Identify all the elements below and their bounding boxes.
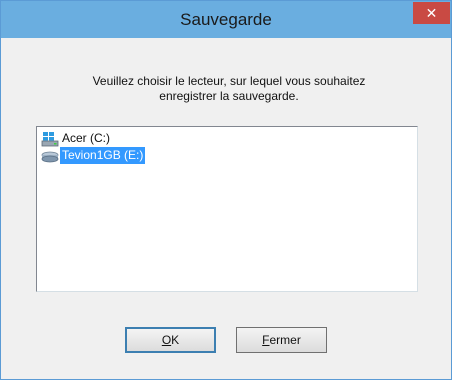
window-title: Sauvegarde xyxy=(180,10,272,29)
instruction-text: Veuillez choisir le lecteur, sur lequel … xyxy=(49,74,409,104)
close-label-rest: ermer xyxy=(269,333,301,347)
close-button[interactable]: ✕ xyxy=(413,2,450,24)
drive-label: Acer (C:) xyxy=(62,131,110,145)
list-item-drive-c[interactable]: Acer (C:) xyxy=(41,130,112,147)
windows-drive-icon xyxy=(41,131,59,146)
usb-drive-icon xyxy=(41,151,59,162)
ok-button[interactable]: OK xyxy=(125,327,216,353)
ok-accel: O xyxy=(161,333,172,347)
drive-list[interactable]: Acer (C:) Tevion1GB (E:) xyxy=(36,126,418,292)
instruction-line-2: enregistrer la sauvegarde. xyxy=(159,89,299,103)
close-dialog-button[interactable]: Fermer xyxy=(236,327,327,353)
list-item-drive-e[interactable]: Tevion1GB (E:) xyxy=(41,147,146,164)
close-accel: F xyxy=(262,333,270,347)
title-bar[interactable]: Sauvegarde ✕ xyxy=(1,1,451,38)
instruction-line-1: Veuillez choisir le lecteur, sur lequel … xyxy=(92,74,366,88)
dialog-window: Sauvegarde ✕ Veuillez choisir le lecteur… xyxy=(0,0,452,380)
drive-label: Tevion1GB (E:) xyxy=(60,147,146,164)
dialog-body: Veuillez choisir le lecteur, sur lequel … xyxy=(9,39,443,373)
ok-label-rest: K xyxy=(171,333,180,347)
close-icon: ✕ xyxy=(425,5,438,21)
